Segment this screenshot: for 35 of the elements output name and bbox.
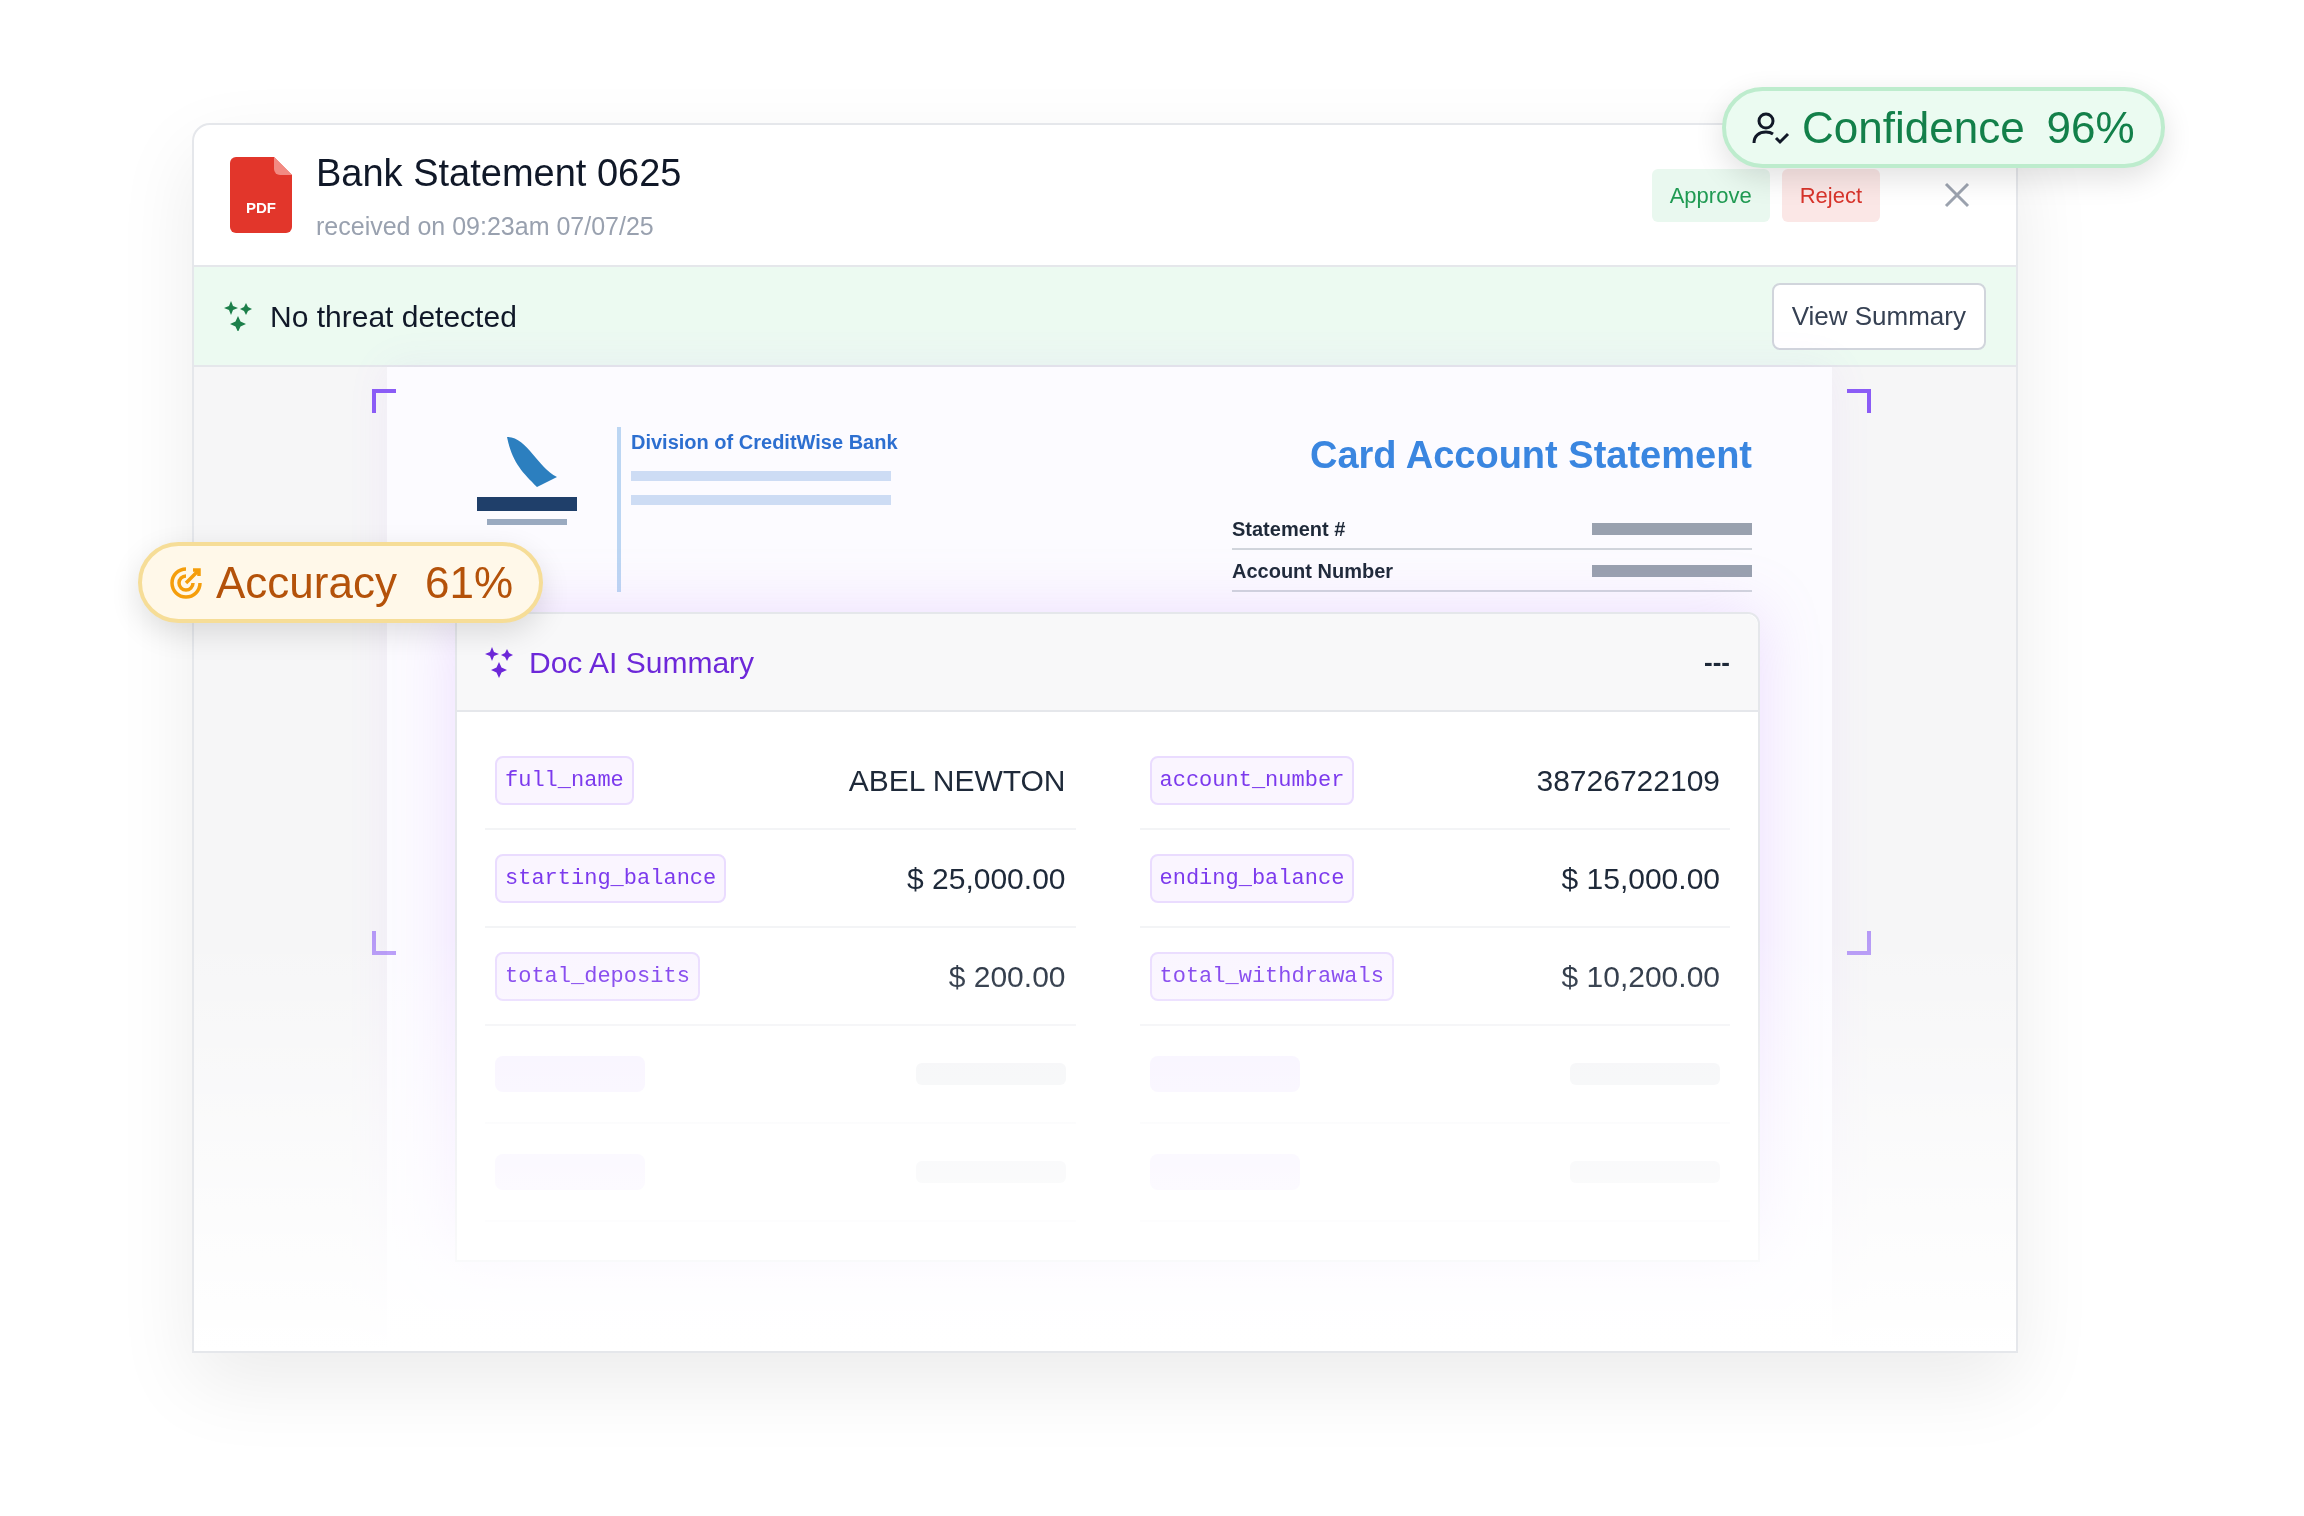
bank-name: Division of CreditWise Bank: [631, 430, 898, 455]
view-summary-button[interactable]: View Summary: [1771, 282, 1986, 350]
statement-heading: Card Account Statement: [1310, 433, 1752, 478]
field-key-tag: ending_balance: [1149, 853, 1355, 903]
reject-button[interactable]: Reject: [1781, 168, 1880, 222]
pdf-file-icon: PDF: [230, 157, 292, 233]
document-title: Bank Statement 0625: [316, 150, 683, 196]
field-key-tag: account_number: [1149, 755, 1355, 805]
accuracy-label: Accuracy: [216, 556, 397, 609]
threat-status: No threat detected: [270, 298, 518, 335]
field-key-tag: full_name: [495, 755, 634, 805]
accuracy-value: 61%: [424, 556, 514, 609]
field-value: $ 25,000.00: [907, 860, 1066, 897]
menu-button[interactable]: ---: [1704, 642, 1730, 682]
close-icon[interactable]: [1944, 182, 1970, 208]
field-value: $ 10,200.00: [1561, 958, 1720, 995]
corner-bracket: [1847, 389, 1871, 413]
corner-bracket: [372, 389, 396, 413]
target-icon: [168, 564, 204, 601]
user-check-icon: [1752, 110, 1790, 145]
field-value: $ 200.00: [948, 958, 1066, 995]
field-value: ABEL NEWTON: [848, 762, 1066, 799]
field-value: $ 15,000.00: [1561, 860, 1720, 897]
field-key-tag: total_withdrawals: [1149, 951, 1394, 1001]
field-key-tag: starting_balance: [495, 853, 727, 903]
field-key-tag: total_deposits: [495, 951, 700, 1001]
statement-field-label: Account Number: [1232, 559, 1394, 584]
sparkle-icon: [485, 646, 513, 678]
confidence-label: Confidence: [1802, 101, 2025, 154]
confidence-value: 96%: [2046, 101, 2135, 154]
sparkle-icon: [224, 301, 254, 331]
statement-field-label: Statement #: [1232, 517, 1346, 542]
received-time: received on 09:23am 07/07/25: [316, 210, 655, 242]
summary-title: Doc AI Summary: [529, 644, 756, 681]
field-value: 38726722109: [1536, 762, 1720, 799]
